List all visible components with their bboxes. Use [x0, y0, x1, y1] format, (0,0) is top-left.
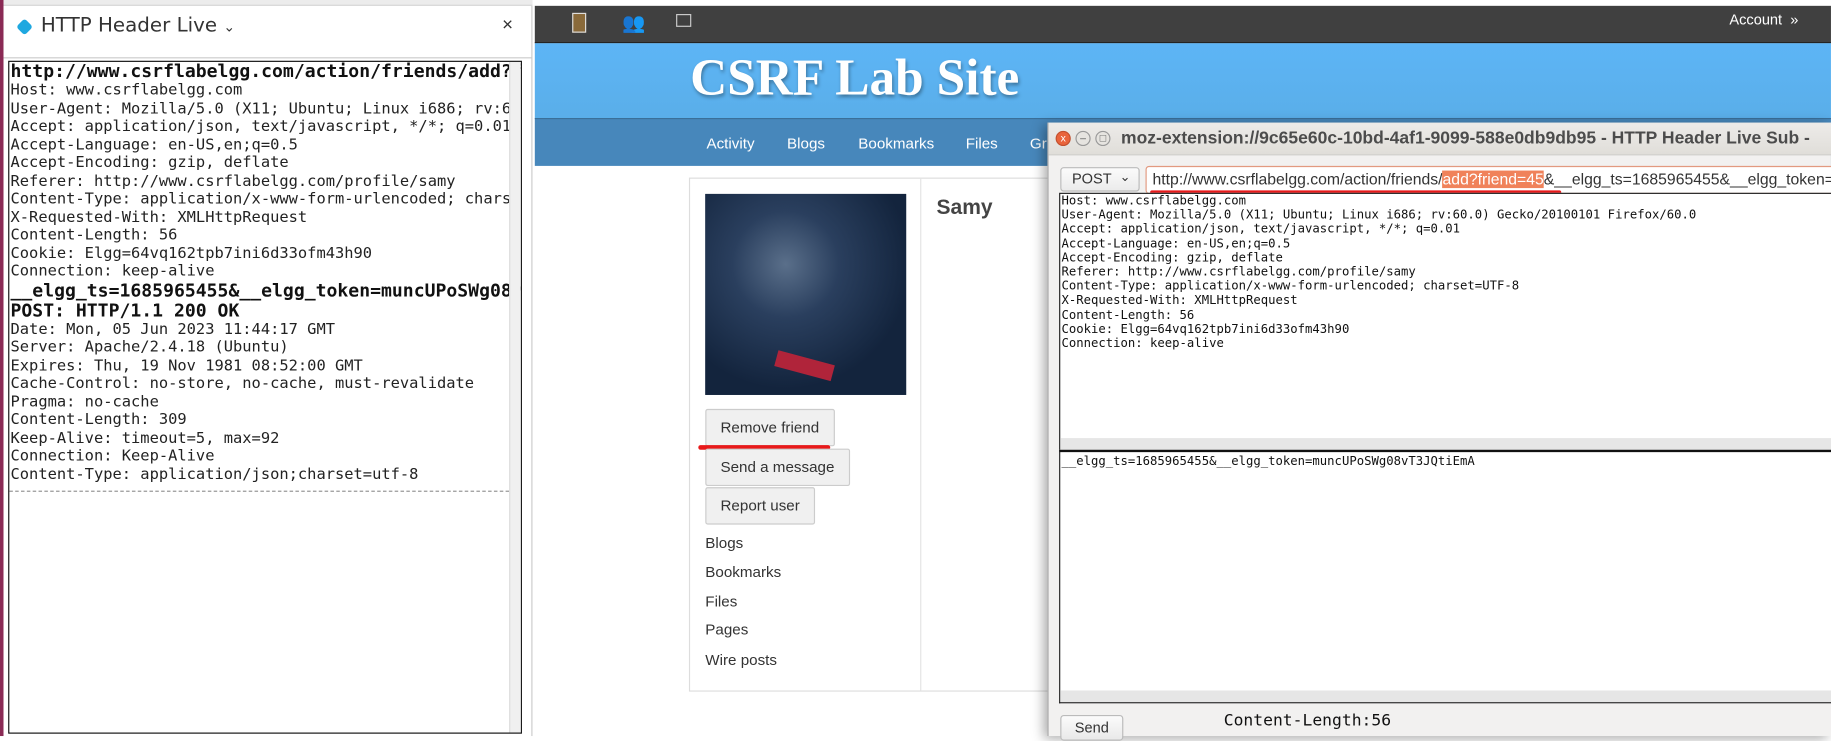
header-line: User-Agent: Mozilla/5.0 (X11; Ubuntu; Li…	[10, 99, 521, 118]
header-line: Connection: keep-alive	[10, 262, 215, 281]
header-line: Server: Apache/2.4.18 (Ubuntu)	[10, 338, 289, 357]
sidebar-title-text: HTTP Header Live	[40, 14, 218, 38]
chevron-down-icon: ⌄	[1119, 170, 1131, 185]
site-name[interactable]: CSRF Lab Site	[690, 48, 1019, 108]
header-line: Date: Mon, 05 Jun 2023 11:44:17 GMT	[10, 320, 336, 339]
header-line: Content-Length: 56	[1061, 307, 1195, 323]
header-line: X-Requested-With: XMLHttpRequest	[10, 208, 308, 227]
header-line: Referer: http://www.csrflabelgg.com/prof…	[1061, 265, 1416, 280]
method-value: POST	[1071, 170, 1112, 187]
header-line: Keep-Alive: timeout=5, max=92	[10, 429, 280, 447]
profile-link-wire-posts[interactable]: Wire posts	[705, 651, 777, 669]
headers-text: Host: www.csrflabelgg.com User-Agent: Moz…	[1060, 194, 1831, 351]
sidebar-title[interactable]: HTTP Header Live ⌄	[41, 14, 235, 37]
header-line: Content-Type: application/x-www-form-url…	[1061, 279, 1520, 294]
entry-separator	[9, 490, 510, 492]
divider	[3, 57, 533, 59]
account-label: Account	[1729, 11, 1783, 29]
header-line: Host: www.csrflabelgg.com	[10, 81, 243, 100]
http-header-live-sub-window: x – □ moz-extension://9c65e60c-10bd-4af1…	[1047, 122, 1831, 741]
header-line: Content-Length: 56	[10, 226, 178, 245]
close-icon[interactable]: ×	[502, 15, 513, 36]
header-line: Accept-Language: en-US,en;q=0.5	[1061, 236, 1291, 251]
header-line: Accept-Language: en-US,en;q=0.5	[10, 136, 298, 154]
profile-avatar[interactable]	[705, 193, 907, 395]
header-line: Pragma: no-cache	[10, 393, 159, 411]
close-window-icon[interactable]: x	[1055, 130, 1071, 147]
header-line: Referer: http://www.csrflabelgg.com/prof…	[10, 172, 456, 190]
profile-link-bookmarks[interactable]: Bookmarks	[705, 563, 781, 581]
content-length-label: Content-Length:56	[1223, 711, 1392, 731]
profile-card: Remove friend Send a message Report user…	[688, 177, 1075, 692]
body-text: __elgg_ts=1685965455&__elgg_token=muncUP…	[1061, 454, 1475, 469]
sidebar-top-strip	[3, 0, 533, 6]
account-menu[interactable]: Account »	[1729, 12, 1798, 28]
response-status: POST: HTTP/1.1 200 OK	[10, 299, 240, 321]
horizontal-scrollbar[interactable]	[1060, 690, 1831, 703]
profile-link-blogs[interactable]: Blogs	[705, 534, 743, 552]
header-line: Accept-Encoding: gzip, deflate	[10, 154, 289, 172]
scrollbar[interactable]	[509, 61, 521, 733]
horizontal-scrollbar[interactable]	[1060, 438, 1831, 450]
profile-link-files[interactable]: Files	[705, 592, 737, 610]
friends-icon[interactable]: 👥	[622, 12, 645, 35]
header-line: Cache-Control: no-store, no-cache, must-…	[10, 375, 475, 393]
header-line: Content-Type: application/x-www-form-url…	[10, 190, 521, 208]
response-headers: Date: Mon, 05 Jun 2023 11:44:17 GMT Serve…	[9, 321, 520, 484]
nav-bookmarks[interactable]: Bookmarks	[858, 134, 934, 152]
headers-textarea[interactable]: Host: www.csrflabelgg.com User-Agent: Moz…	[1059, 192, 1831, 451]
send-button[interactable]: Send	[1060, 714, 1124, 741]
site-topbar: 👥 Account »	[534, 5, 1831, 44]
body-textarea[interactable]: __elgg_ts=1685965455&__elgg_token=muncUP…	[1059, 449, 1831, 704]
header-line: Cookie: Elgg=64vq162tpb7ini6d33ofm43h90	[1061, 322, 1350, 337]
window-title: moz-extension://9c65e60c-10bd-4af1-9099-…	[1120, 128, 1810, 149]
request-url[interactable]: http://www.csrflabelgg.com/action/friend…	[9, 62, 521, 82]
request-body: __elgg_ts=1685965455&__elgg_token=muncUP…	[10, 279, 521, 301]
header-line: X-Requested-With: XMLHttpRequest	[1061, 293, 1298, 308]
profile-link-pages[interactable]: Pages	[705, 620, 748, 638]
header-line: Content-Length: 309	[10, 411, 187, 429]
request-log[interactable]: http://www.csrflabelgg.com/action/friend…	[8, 60, 522, 734]
messages-icon[interactable]	[676, 14, 692, 27]
remove-friend-button[interactable]: Remove friend	[705, 408, 835, 447]
header-line: Cookie: Elgg=64vq162tpb7ini6d33ofm43h90	[10, 244, 373, 263]
header-line: Connection: Keep-Alive	[10, 447, 215, 465]
window-edge	[0, 0, 4, 737]
maximize-window-icon[interactable]: □	[1095, 130, 1111, 147]
nav-blogs[interactable]: Blogs	[787, 134, 825, 152]
url-highlight: add?friend=45	[1442, 170, 1544, 189]
header-line: Accept-Encoding: gzip, deflate	[1061, 250, 1283, 265]
method-select[interactable]: POST ⌄	[1060, 167, 1140, 192]
header-line: Connection: keep-alive	[1061, 336, 1224, 351]
avatar-keyboard	[774, 350, 835, 382]
header-line: Expires: Thu, 19 Nov 1981 08:52:00 GMT	[10, 356, 363, 375]
site-banner: CSRF Lab Site	[534, 43, 1831, 118]
nav-files[interactable]: Files	[966, 134, 998, 152]
double-chevron-right-icon: »	[1790, 11, 1799, 29]
nav-activity[interactable]: Activity	[706, 134, 754, 152]
header-line: Accept: application/json, text/javascrip…	[1061, 222, 1461, 237]
report-user-button[interactable]: Report user	[705, 487, 815, 525]
header-line: User-Agent: Mozilla/5.0 (X11; Ubuntu; Li…	[1061, 208, 1697, 223]
nav-groups[interactable]: Gr	[1030, 134, 1047, 152]
header-line: Content-Type: application/json;charset=u…	[10, 465, 419, 484]
header-line: Accept: application/json, text/javascrip…	[10, 117, 512, 136]
http-header-live-sidebar: HTTP Header Live ⌄ × http://www.csrflabe…	[0, 0, 533, 737]
url-prefix: http://www.csrflabelgg.com/action/friend…	[1152, 170, 1443, 189]
minimize-window-icon[interactable]: –	[1075, 130, 1091, 147]
extension-logo-icon	[16, 18, 33, 36]
chevron-down-icon[interactable]: ⌄	[223, 19, 235, 35]
send-message-button[interactable]: Send a message	[705, 448, 850, 487]
divider	[920, 178, 922, 691]
request-headers: Host: www.csrflabelgg.com User-Agent: Moz…	[9, 81, 521, 281]
url-suffix: &__elgg_ts=1685965455&__elgg_token=muncU…	[1543, 170, 1831, 189]
user-avatar-icon[interactable]	[572, 12, 587, 33]
header-line: Host: www.csrflabelgg.com	[1061, 193, 1246, 208]
profile-name: Samy	[936, 195, 993, 219]
